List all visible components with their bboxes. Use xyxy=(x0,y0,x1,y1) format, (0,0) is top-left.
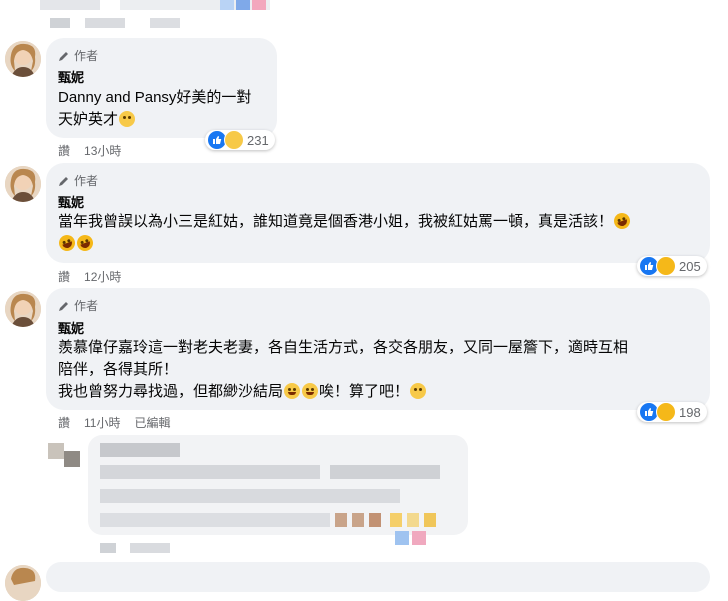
comment-text-segment: 當年我曾誤以為小三是紅姑，誰知道竟是個香港小姐，我被紅姑罵一頓，真是活該！ xyxy=(58,213,614,230)
comment-text-line: 陪伴，各得其所！ xyxy=(58,361,179,378)
avatar[interactable] xyxy=(5,291,41,327)
comment-text-segment: 天妒英才 xyxy=(58,111,119,128)
commenter-name[interactable]: 甄妮 xyxy=(58,318,84,337)
reaction-summary[interactable]: 198 xyxy=(637,402,707,422)
comment-text-line: 羨慕偉仔嘉玲這一對老夫老妻，各自生活方式，各交各朋友，又同一屋簷下，適時互相 xyxy=(58,339,629,356)
comment-text-line xyxy=(56,232,96,255)
smile-emoji-icon xyxy=(410,383,427,399)
author-badge: 作者 xyxy=(58,47,98,64)
like-button[interactable]: 讚 xyxy=(58,142,70,159)
commenter-name[interactable]: 甄妮 xyxy=(58,67,84,86)
avatar[interactable] xyxy=(5,166,41,202)
comment-timestamp[interactable]: 11小時 xyxy=(84,414,120,431)
smile-emoji-icon xyxy=(119,111,136,127)
like-button[interactable]: 讚 xyxy=(58,414,70,431)
author-badge-label: 作者 xyxy=(74,174,99,188)
reaction-summary[interactable]: 205 xyxy=(637,256,707,276)
comment-actions: 讚 12小時 xyxy=(58,268,121,285)
haha-icon xyxy=(656,256,676,276)
comment-actions: 讚 13小時 xyxy=(58,142,121,159)
laughing-emoji-icon xyxy=(56,232,78,254)
author-badge: 作者 xyxy=(58,297,98,314)
edited-label[interactable]: 已編輯 xyxy=(134,414,170,431)
grimace-emoji-icon xyxy=(284,383,301,399)
commenter-name[interactable]: 甄妮 xyxy=(58,192,84,211)
blurred-reply xyxy=(40,435,470,560)
pencil-icon xyxy=(59,51,68,61)
reaction-count: 198 xyxy=(679,404,701,420)
comment-timestamp[interactable]: 12小時 xyxy=(84,268,121,285)
comment-text-line: 我也曾努力尋找過，但都緲沙結局 唉！算了吧！ xyxy=(58,381,427,403)
like-button[interactable]: 讚 xyxy=(58,268,70,285)
comment-text-segment: 我也曾努力尋找過，但都緲沙結局 xyxy=(58,383,284,400)
sad-icon xyxy=(224,130,244,150)
laughing-emoji-icon xyxy=(611,210,633,232)
comment-text-segment: 唉！算了吧！ xyxy=(319,383,410,400)
reaction-summary[interactable]: 231 xyxy=(205,130,275,150)
next-comment-bubble-partial xyxy=(46,562,710,592)
avatar[interactable] xyxy=(5,41,41,77)
haha-icon xyxy=(656,402,676,422)
blurred-comment-remnant-top xyxy=(40,0,330,30)
grimace-emoji-icon xyxy=(302,383,319,399)
comment-text-line: Danny and Pansy好美的一對 xyxy=(58,89,252,106)
comment-timestamp[interactable]: 13小時 xyxy=(84,142,121,159)
pencil-icon xyxy=(59,176,68,186)
pencil-icon xyxy=(59,301,68,311)
comment-text-line: 天妒英才 xyxy=(58,109,136,131)
reaction-count: 205 xyxy=(679,258,701,274)
author-badge-label: 作者 xyxy=(74,49,99,63)
reaction-count: 231 xyxy=(247,132,269,148)
author-badge-label: 作者 xyxy=(74,299,99,313)
laughing-emoji-icon xyxy=(74,232,96,254)
avatar[interactable] xyxy=(5,565,41,601)
comment-actions: 讚 11小時 已編輯 xyxy=(58,414,171,431)
comment-text-line: 當年我曾誤以為小三是紅姑，誰知道竟是個香港小姐，我被紅姑罵一頓，真是活該！ xyxy=(58,210,633,233)
author-badge: 作者 xyxy=(58,172,98,189)
